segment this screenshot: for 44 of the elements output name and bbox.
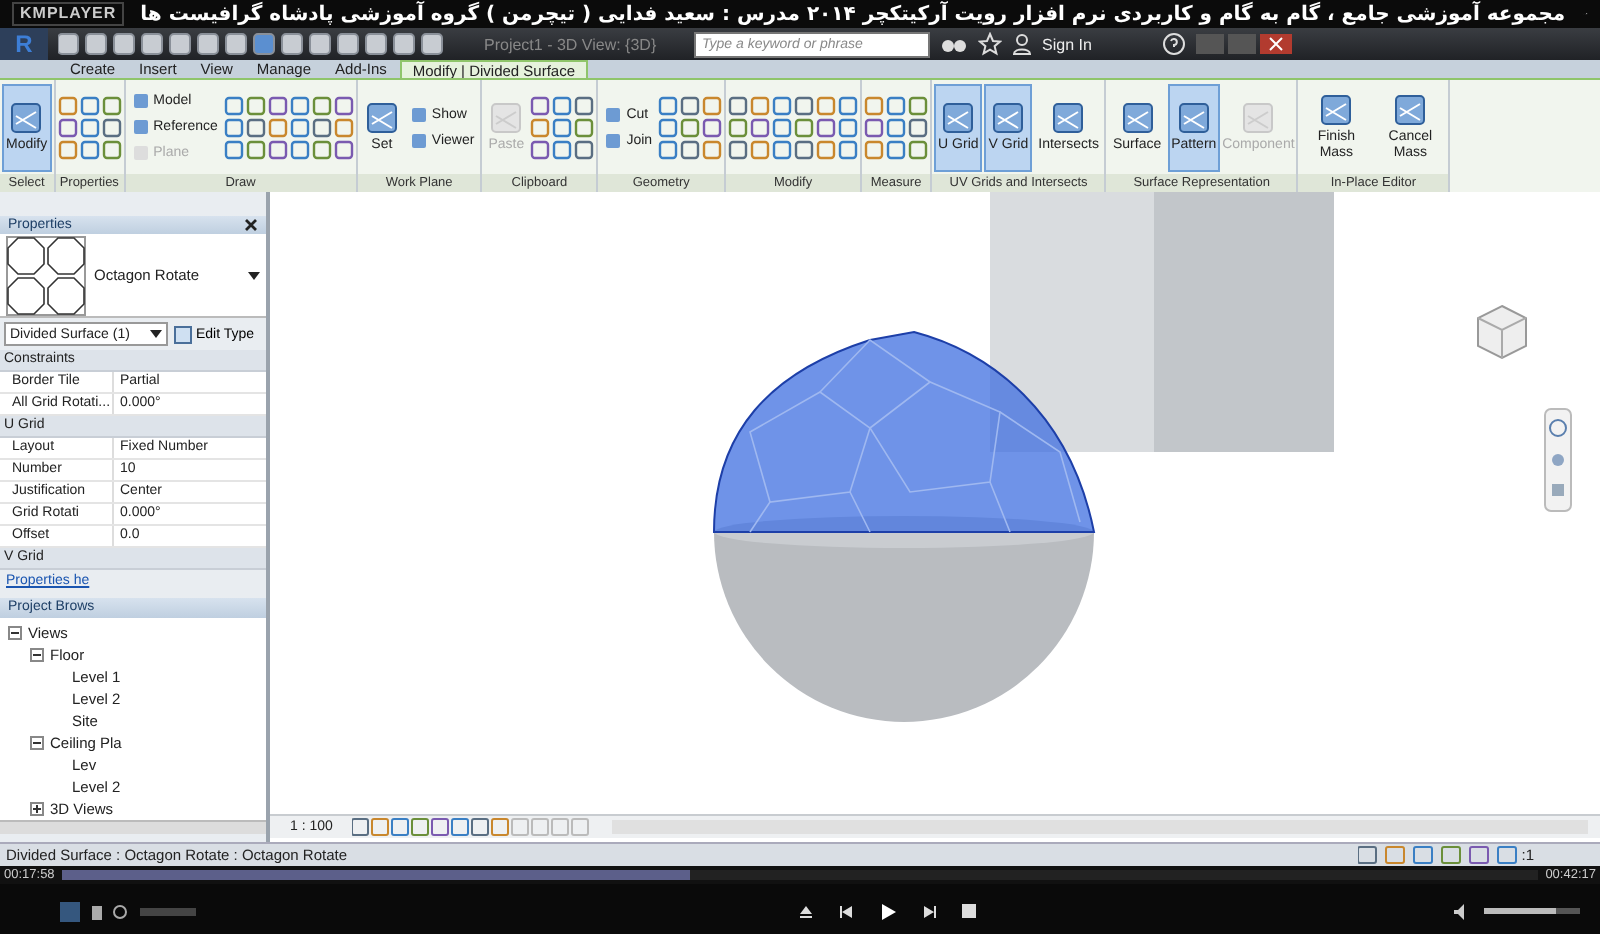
document-title: Project1 - 3D View: {3D} [484,35,659,53]
tool-icons-icon[interactable] [658,95,723,159]
tool-icon [1318,92,1355,128]
caret-icon [248,271,260,280]
tool-icons-icon[interactable] [57,95,122,159]
help-icon[interactable] [1161,32,1186,56]
expander-icon[interactable] [8,625,22,639]
close-icon[interactable] [244,218,258,233]
navigation-bar-icon[interactable] [1544,408,1572,512]
star-icon[interactable] [978,32,1002,56]
tool-icon [1392,92,1429,128]
tool-icons-icon[interactable] [728,95,793,159]
tool-icon [990,100,1027,136]
expander-icon[interactable] [30,735,44,749]
pattern-icon [6,235,86,316]
tool-icons-icon[interactable] [530,95,595,159]
tool-icon [1119,100,1156,136]
tool-icons-icon[interactable] [223,95,288,159]
tool-icons-icon[interactable] [864,95,929,159]
video-title: مجموعه آموزشی جامع ، گام به گام و کاربردی نرم افزار رویت آرکیتکچر ۲۰۱۴ مدرس : سعید فدایی ( تیچرمن ) گروه آموزشی پادشاه گرافیست ها [140,3,1566,25]
tool-icons-icon[interactable] [289,95,354,159]
previous-icon[interactable] [838,903,854,919]
eject-icon[interactable] [798,903,814,919]
tool-icons-icon[interactable] [794,95,859,159]
tool-icon [1175,100,1212,136]
selection-filter-icons-icon[interactable] [1357,846,1518,864]
tool-icon [1050,100,1087,136]
play-icon[interactable] [878,901,898,921]
expander-icon[interactable] [30,801,44,815]
expander-icon[interactable] [30,647,44,661]
user-icon[interactable] [1012,32,1032,56]
tool-icon [488,100,525,136]
sign-in-link[interactable]: Sign In [1042,35,1092,53]
tool-icon [1240,100,1277,136]
edit-type-icon [174,325,192,344]
tool-icon [8,100,45,136]
window-controls-icon[interactable] [1195,32,1292,56]
player-logo: KMPLAYER [12,2,125,26]
tool-icon [940,100,977,136]
tool-icon [363,100,400,136]
player-options-icon[interactable] [60,901,200,921]
view-control-icons-icon[interactable] [352,818,593,836]
caret-icon [150,330,162,339]
next-icon[interactable] [922,903,938,919]
